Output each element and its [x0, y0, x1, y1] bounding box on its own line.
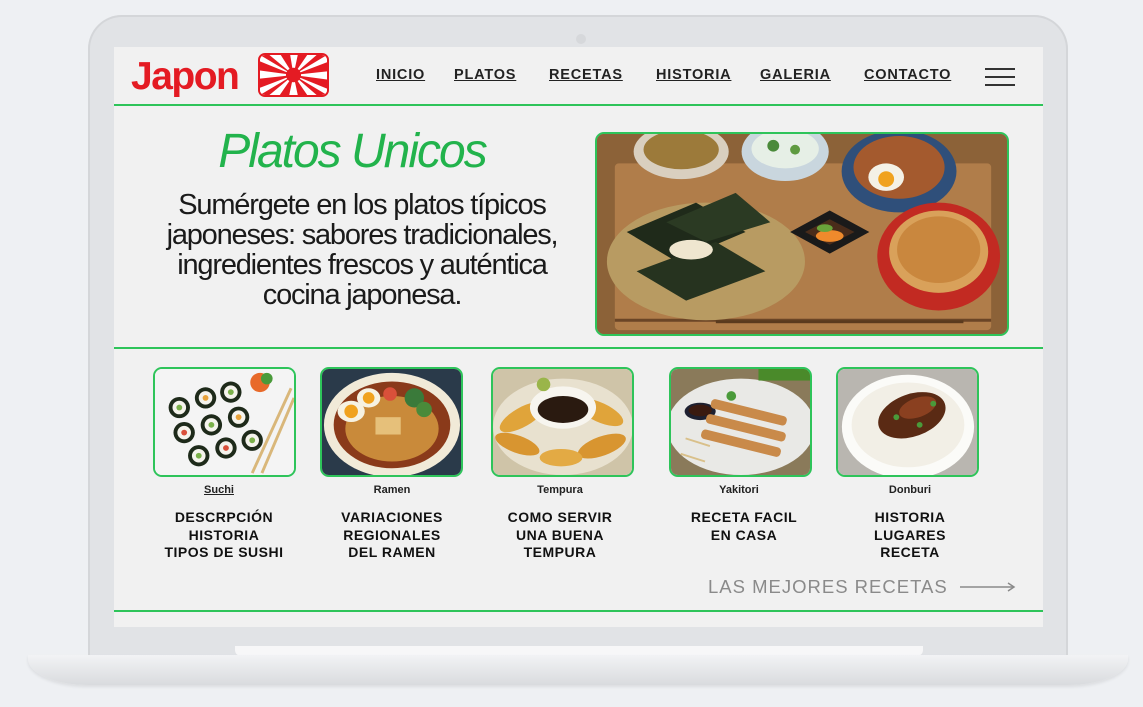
footer-divider: [114, 610, 1043, 612]
laptop-base: [28, 655, 1128, 685]
card-description-ramen[interactable]: VARIACIONES REGIONALES DEL RAMEN: [307, 509, 477, 562]
nav-recetas[interactable]: RECETAS: [549, 67, 623, 83]
nav-galeria[interactable]: GALERIA: [760, 67, 831, 83]
hero-description: Sumérgete en los platos típicos japonese…: [166, 189, 559, 311]
card-name-suchi[interactable]: Suchi: [139, 484, 299, 496]
japanese-set-meal-photo: [595, 132, 1009, 336]
card-name-ramen: Ramen: [373, 484, 411, 496]
card-description-tempura[interactable]: COMO SERVIR UNA BUENA TEMPURA: [475, 509, 645, 562]
nav-inicio[interactable]: INICIO: [376, 67, 425, 83]
brand-logo[interactable]: Japon: [131, 55, 240, 99]
header-divider: [114, 104, 1043, 106]
nav-platos[interactable]: PLATOS: [454, 67, 516, 83]
card-description-suchi[interactable]: DESCRPCIÓN HISTORIA TIPOS DE SUSHI: [139, 509, 309, 562]
card-name-tempura: Tempura: [537, 484, 583, 496]
card-description-donburi[interactable]: HISTORIA LUGARES RECETA: [825, 509, 995, 562]
nav-historia[interactable]: HISTORIA: [656, 67, 731, 83]
hero-title: Platos Unicos: [218, 125, 487, 178]
sushi-rolls-photo[interactable]: [153, 367, 296, 477]
card-name-donburi: Donburi: [888, 484, 932, 496]
donburi-bowl-photo[interactable]: [836, 367, 979, 477]
best-recipes-link[interactable]: LAS MEJORES RECETAS: [708, 576, 948, 598]
yakitori-skewers-photo[interactable]: [669, 367, 812, 477]
card-description-yakitori[interactable]: RECETA FACIL EN CASA: [659, 509, 829, 544]
hamburger-menu-icon[interactable]: [985, 68, 1015, 86]
hero-divider: [114, 347, 1043, 349]
card-name-yakitori: Yakitori: [719, 484, 759, 496]
nav-contacto[interactable]: CONTACTO: [864, 67, 951, 83]
ramen-bowl-photo[interactable]: [320, 367, 463, 477]
long-arrow-right-icon[interactable]: [960, 580, 1016, 594]
camera-icon: [576, 34, 586, 44]
rising-sun-flag-icon: [258, 53, 329, 97]
tempura-platter-photo[interactable]: [491, 367, 634, 477]
website-screen: Japon INICIO PLATOS RECETAS HISTORIA GAL…: [114, 47, 1043, 627]
